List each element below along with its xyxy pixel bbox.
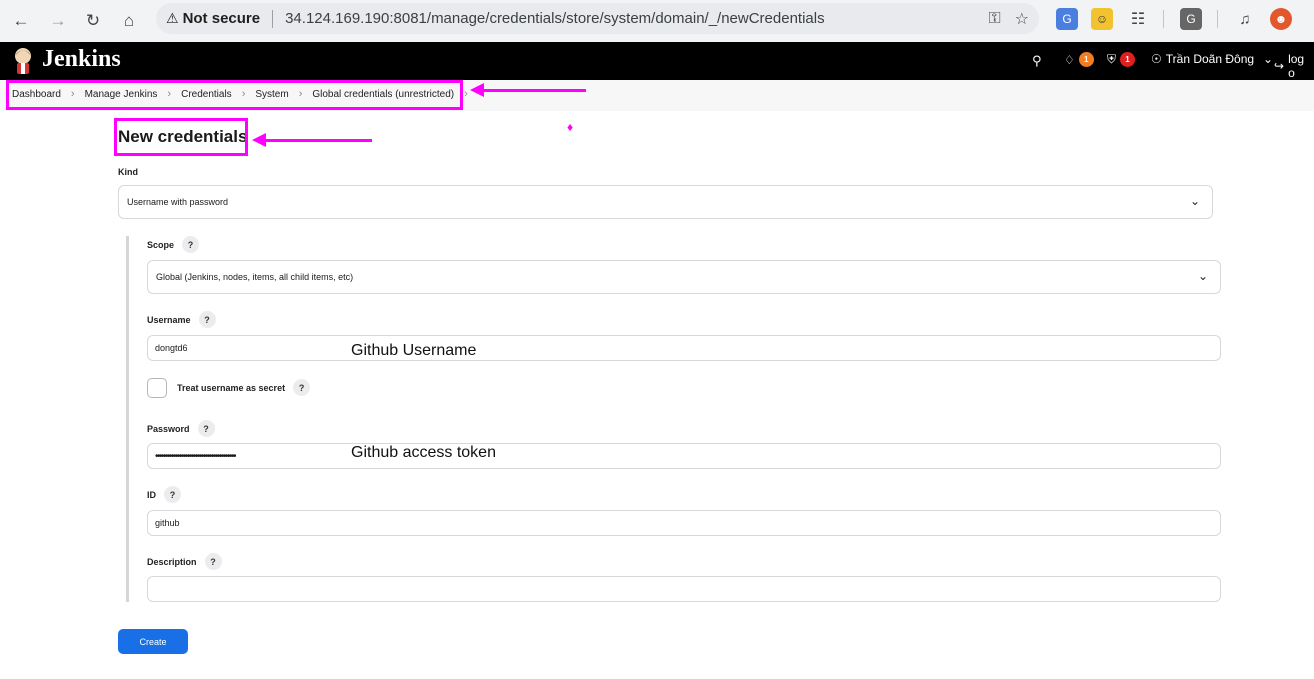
key-icon[interactable]: ⚿ [988, 10, 1000, 28]
emoji-extension-icon[interactable]: ☺ [1091, 8, 1113, 30]
chevron-right-icon[interactable]: › [464, 88, 468, 100]
annotation-box-breadcrumb [6, 80, 463, 110]
password-label-text: Password [147, 423, 190, 434]
treat-username-secret-checkbox[interactable] [147, 378, 167, 398]
annotation-arrow-breadcrumb [470, 83, 586, 97]
id-value: github [155, 518, 180, 528]
not-secure-indicator[interactable]: ⚠ Not secure [166, 10, 260, 27]
jenkins-logo-icon[interactable] [12, 47, 34, 75]
id-label-text: ID [147, 489, 156, 500]
fieldset-indent-bar [126, 236, 129, 602]
user-icon: ☉ [1151, 52, 1162, 66]
security-button[interactable]: ⛨ 1 [1107, 52, 1136, 67]
description-input[interactable] [147, 576, 1221, 602]
bookmark-star-icon[interactable]: ☆ [1015, 9, 1029, 29]
omnibox-divider [272, 9, 274, 28]
treat-secret-help-icon[interactable]: ? [293, 379, 311, 396]
treat-secret-label: Treat username as secret ? [177, 379, 311, 396]
treat-secret-label-text[interactable]: Treat username as secret [177, 383, 285, 393]
home-icon[interactable]: ⌂ [116, 8, 142, 34]
annotation-password-note: Github access token [351, 444, 496, 461]
scope-label: Scope ? [147, 236, 200, 253]
username-input[interactable]: dongtd6 [147, 335, 1221, 361]
warning-icon: ⚠ [166, 10, 179, 26]
user-menu[interactable]: ☉ Trần Doãn Đông ⌄ [1151, 52, 1273, 66]
id-input[interactable]: github [147, 510, 1221, 536]
description-label-text: Description [147, 556, 197, 567]
notifications-button[interactable]: ♢ 1 [1064, 52, 1094, 67]
logout-icon: ↪ [1274, 59, 1285, 73]
password-label: Password ? [147, 420, 215, 437]
back-icon[interactable]: ← [8, 8, 34, 34]
scope-select-value: Global (Jenkins, nodes, items, all child… [156, 272, 354, 282]
search-icon[interactable]: ⚲ [1032, 53, 1042, 69]
jenkins-header: Jenkins ⚲ ♢ 1 ⛨ 1 ☉ Trần Doãn Đông ⌄ ↪ l… [0, 42, 1314, 80]
password-input[interactable]: •••••••••••••••••••••••••••••••••••••••• [147, 443, 1221, 469]
logout-link[interactable]: ↪ log o [1274, 52, 1314, 80]
toolbar-divider [1217, 10, 1218, 28]
kind-select-value: Username with password [127, 197, 229, 207]
username-help-icon[interactable]: ? [198, 311, 216, 328]
description-label: Description ? [147, 553, 222, 570]
security-badge: 1 [1120, 52, 1136, 67]
annotation-arrow-title [252, 133, 372, 147]
annotation-username-note: Github Username [351, 342, 477, 359]
logout-label: log o [1288, 52, 1305, 80]
reload-icon[interactable]: ↻ [80, 8, 106, 34]
scope-label-text: Scope [147, 239, 175, 250]
forward-icon[interactable]: → [45, 8, 71, 34]
kind-select[interactable]: Username with password ⌄ [118, 185, 1213, 219]
toolbar-divider [1163, 10, 1164, 28]
notifications-badge: 1 [1078, 52, 1094, 67]
chevron-down-icon: ⌄ [1263, 52, 1274, 66]
chevron-down-icon: ⌄ [1189, 194, 1200, 208]
username-label-text: Username [147, 314, 191, 325]
create-button[interactable]: Create [118, 629, 188, 654]
password-help-icon[interactable]: ? [197, 420, 215, 437]
scope-help-icon[interactable]: ? [182, 236, 200, 253]
url-text[interactable]: 34.124.169.190:8081/manage/credentials/s… [285, 10, 825, 27]
username-label: Username ? [147, 311, 216, 328]
browser-toolbar: ← → ↻ ⌂ ⚠ Not secure 34.124.169.190:8081… [0, 0, 1314, 42]
chevron-down-icon: ⌄ [1197, 269, 1208, 283]
profile-avatar-icon[interactable]: ☻ [1270, 8, 1292, 30]
extensions-puzzle-icon[interactable]: ☷ [1127, 8, 1149, 30]
not-secure-label: Not secure [182, 10, 261, 27]
user-name: Trần Doãn Đông [1165, 52, 1255, 66]
shield-icon: ⛨ [1107, 52, 1117, 66]
translate-page-icon[interactable]: G [1180, 8, 1202, 30]
annotation-mark: ♦ [567, 120, 574, 134]
kind-label-text: Kind [118, 167, 138, 177]
password-value: •••••••••••••••••••••••••••••••••••••••• [155, 450, 237, 462]
kind-label: Kind [118, 167, 138, 177]
media-queue-icon[interactable]: ♫ [1234, 8, 1256, 30]
translate-extension-icon[interactable]: G [1056, 8, 1078, 30]
scope-select[interactable]: Global (Jenkins, nodes, items, all child… [147, 260, 1221, 294]
address-bar[interactable]: ⚠ Not secure 34.124.169.190:8081/manage/… [156, 3, 1039, 34]
id-label: ID ? [147, 486, 181, 503]
id-help-icon[interactable]: ? [164, 486, 181, 503]
username-value: dongtd6 [155, 343, 188, 353]
jenkins-brand[interactable]: Jenkins [42, 46, 121, 73]
description-help-icon[interactable]: ? [204, 553, 222, 570]
bell-icon: ♢ [1064, 52, 1075, 67]
annotation-box-title [114, 118, 248, 156]
